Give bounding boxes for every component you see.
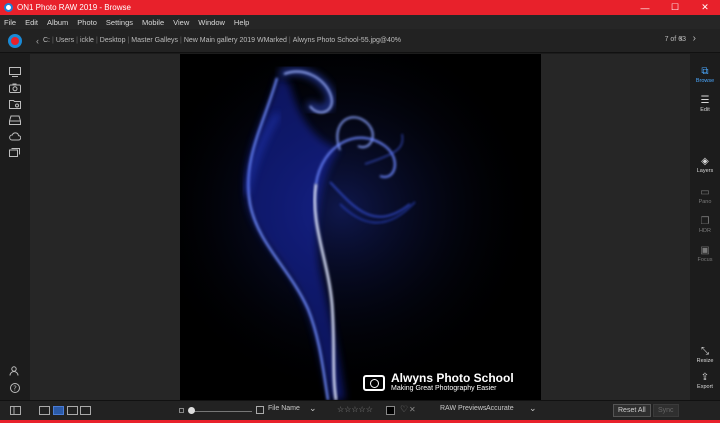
- raw-previews-chevron-down-icon[interactable]: ⌄: [529, 403, 537, 414]
- small-thumb-icon: [179, 408, 184, 413]
- camera-icon[interactable]: [9, 83, 21, 93]
- crumb-drive[interactable]: C:: [43, 37, 50, 44]
- focus-label: Focus: [697, 257, 713, 263]
- layers-tool[interactable]: ◈ Layers: [690, 156, 720, 174]
- watermark-camera-icon: [363, 374, 385, 391]
- sort-select[interactable]: File Name: [268, 405, 300, 412]
- browse-icon: ⧉: [701, 66, 709, 77]
- menu-mobile[interactable]: Mobile: [142, 18, 164, 27]
- reject-icon[interactable]: ✕: [409, 405, 416, 414]
- cloud-icon[interactable]: [9, 131, 21, 141]
- menu-settings[interactable]: Settings: [106, 18, 133, 27]
- window-title: ON1 Photo RAW 2019 - Browse: [17, 3, 131, 12]
- edit-tool[interactable]: ☰ Edit: [690, 95, 720, 113]
- crumb-master-galleys[interactable]: Master Galleys: [131, 37, 178, 44]
- edit-sliders-icon: ☰: [700, 95, 710, 106]
- export-label: Export: [697, 384, 713, 390]
- watermark-subtitle: Making Great Photography Easier: [391, 385, 497, 392]
- menu-edit[interactable]: Edit: [25, 18, 38, 27]
- pano-icon: ▭: [700, 187, 710, 198]
- photo-preview[interactable]: Alwyns Photo School Making Great Photogr…: [180, 54, 541, 400]
- thumbnail-size-slider[interactable]: [190, 411, 252, 412]
- browse-label: Browse: [695, 78, 715, 84]
- drive-icon[interactable]: [9, 115, 21, 125]
- browse-tool[interactable]: ⧉ Browse: [690, 66, 720, 84]
- focus-tool[interactable]: ▣ Focus: [690, 245, 720, 263]
- menu-view[interactable]: View: [173, 18, 189, 27]
- panel-toggle-icon[interactable]: [10, 406, 21, 415]
- sort-label: File Name: [268, 405, 300, 412]
- close-button[interactable]: ✕: [690, 2, 720, 13]
- on1-logo-icon[interactable]: [8, 33, 22, 48]
- menu-help[interactable]: Help: [234, 18, 249, 27]
- menu-bar: File Edit Album Photo Settings Mobile Vi…: [0, 15, 720, 29]
- raw-previews-select[interactable]: Accurate: [486, 405, 514, 412]
- layers-label: Layers: [696, 168, 714, 174]
- back-chevron-icon[interactable]: ‹: [36, 36, 39, 46]
- monitor-icon[interactable]: [9, 67, 21, 77]
- hdr-icon: ❐: [700, 216, 710, 227]
- reset-all-button[interactable]: Reset All: [613, 404, 651, 417]
- user-settings-icon[interactable]: [9, 366, 21, 376]
- crumb-gallery[interactable]: New Main gallery 2019 WMarked: [184, 37, 287, 44]
- menu-window[interactable]: Window: [198, 18, 225, 27]
- next-image-icon[interactable]: ›: [693, 33, 696, 44]
- menu-album[interactable]: Album: [47, 18, 68, 27]
- resize-tool[interactable]: ⤡ Resize: [690, 346, 720, 364]
- filmstrip-view-button[interactable]: [67, 406, 78, 415]
- menu-file[interactable]: File: [4, 18, 16, 27]
- left-sidebar: ?: [0, 54, 30, 400]
- smoke-photo: [180, 54, 541, 400]
- albums-icon[interactable]: [9, 147, 21, 157]
- folder-search-icon[interactable]: [9, 99, 21, 109]
- title-bar: ON1 Photo RAW 2019 - Browse — ☐ ✕: [0, 0, 720, 15]
- pano-tool[interactable]: ▭ Pano: [690, 187, 720, 205]
- app-window: ON1 Photo RAW 2019 - Browse — ☐ ✕ File E…: [0, 0, 720, 423]
- star-rating[interactable]: ☆☆☆☆☆: [337, 405, 373, 414]
- maximize-button[interactable]: ☐: [660, 2, 690, 13]
- hdr-tool[interactable]: ❐ HDR: [690, 216, 720, 234]
- menu-photo[interactable]: Photo: [77, 18, 97, 27]
- watermark: Alwyns Photo School Making Great Photogr…: [363, 372, 514, 393]
- path-bar: ‹ C: | Users | ickle | Desktop | Master Gall…: [0, 29, 720, 53]
- resize-icon: ⤡: [701, 346, 709, 357]
- large-thumb-icon: [256, 406, 264, 414]
- edit-label: Edit: [700, 107, 710, 113]
- sync-button[interactable]: Sync: [653, 404, 679, 417]
- app-logo-icon: [4, 3, 13, 12]
- detail-view-button[interactable]: [53, 406, 64, 415]
- crumb-user[interactable]: ickle: [80, 37, 94, 44]
- thumbnail-size-knob[interactable]: [188, 407, 195, 414]
- like-heart-icon[interactable]: ♡: [400, 404, 408, 415]
- pano-label: Pano: [698, 199, 712, 205]
- svg-text:?: ?: [13, 385, 17, 393]
- export-icon: ⇪: [700, 372, 710, 383]
- export-tool[interactable]: ⇪ Export: [690, 372, 720, 390]
- color-label-swatch[interactable]: [386, 406, 395, 415]
- crumb-users[interactable]: Users: [56, 37, 74, 44]
- focus-icon: ▣: [700, 245, 710, 256]
- raw-previews-label: RAW Previews: [440, 405, 487, 412]
- image-viewer[interactable]: Alwyns Photo School Making Great Photogr…: [30, 54, 690, 400]
- crumb-file: Alwyns Photo School-55.jpg@40%: [292, 37, 402, 44]
- watermark-title: Alwyns Photo School: [391, 371, 514, 385]
- crumb-desktop[interactable]: Desktop: [100, 37, 126, 44]
- layers-icon: ◈: [701, 156, 709, 167]
- right-sidebar: ⧉ Browse ☰ Edit ◈ Layers ▭ Pano ❐ HDR ▣ …: [690, 54, 720, 400]
- bottom-toolbar: File Name ⌄ ☆☆☆☆☆ ♡ ✕ RAW Previews Accur…: [0, 400, 720, 420]
- previous-image-icon[interactable]: ‹: [680, 33, 683, 44]
- help-icon[interactable]: ?: [9, 383, 21, 393]
- resize-label: Resize: [696, 358, 714, 364]
- minimize-button[interactable]: —: [630, 3, 660, 13]
- hdr-label: HDR: [699, 228, 711, 234]
- breadcrumb: C: | Users | ickle | Desktop | Master Galley…: [43, 37, 402, 44]
- compare-view-button[interactable]: [80, 406, 91, 415]
- grid-view-button[interactable]: [39, 406, 50, 415]
- sort-chevron-down-icon[interactable]: ⌄: [309, 403, 317, 414]
